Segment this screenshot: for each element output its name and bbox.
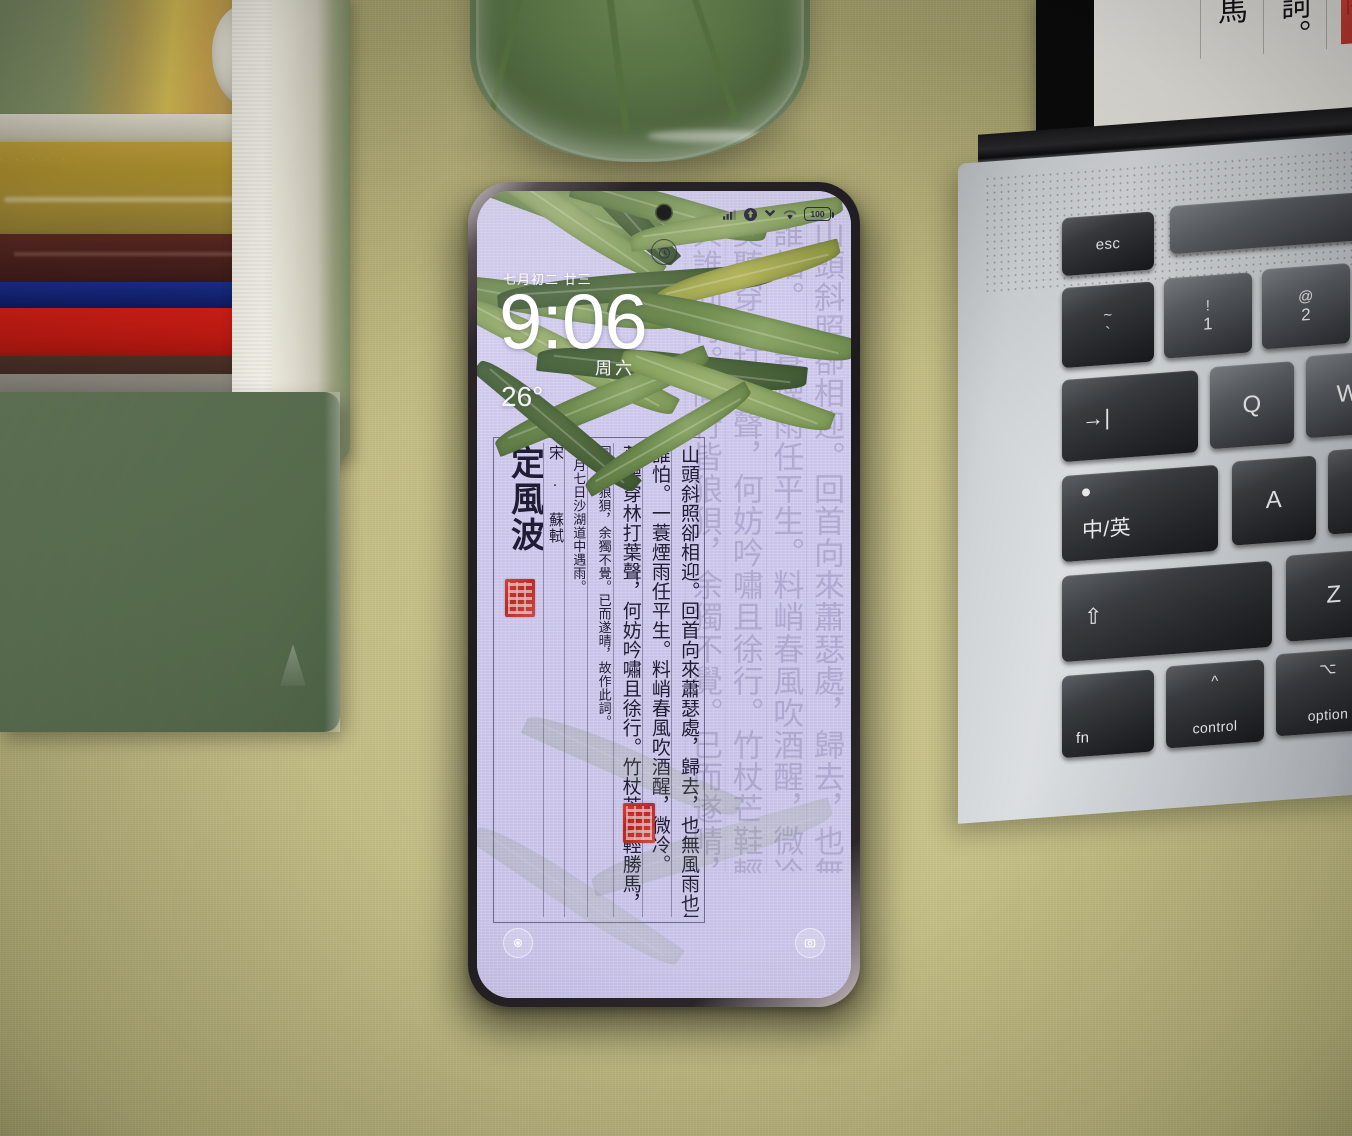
laptop-poem-column: 輕勝馬 xyxy=(1200,0,1257,59)
key-fn[interactable]: fn xyxy=(1062,669,1154,759)
key-z[interactable]: Z xyxy=(1286,548,1352,642)
key-label: fn xyxy=(1076,729,1090,748)
vpn-icon xyxy=(764,208,776,220)
key-label-upper: ! xyxy=(1205,296,1211,315)
key-control[interactable]: ^ control xyxy=(1166,659,1264,749)
key-label: W xyxy=(1336,379,1352,408)
alarm-clock-icon[interactable] xyxy=(651,239,677,265)
clock-time: 9:06 xyxy=(499,277,648,365)
key-label-lower: 2 xyxy=(1301,304,1311,325)
smartphone: 山頭斜照卻相迎。回首向來蕭瑟處，歸去，也無風雨也無晴。 誰怕。一蓑煙雨任平生。料… xyxy=(468,182,860,1007)
ghost-poem-column: 山頭斜照卻相迎。回首向來蕭瑟處，歸去，也無風雨也無晴。 xyxy=(806,213,845,873)
key-label: esc xyxy=(1095,234,1121,254)
book-spine-stripe xyxy=(14,252,244,256)
key-label: 中/英 xyxy=(1082,516,1132,543)
phone-screen[interactable]: 山頭斜照卻相迎。回首向來蕭瑟處，歸去，也無風雨也無晴。 誰怕。一蓑煙雨任平生。料… xyxy=(477,191,851,998)
camera-icon[interactable] xyxy=(795,928,825,958)
key-q[interactable]: Q xyxy=(1210,361,1294,450)
poem-preface-column: 同行皆狼狽，余獨不覺。已而遂晴，故作此詞。 xyxy=(587,443,612,917)
laptop-poem-column: 作此詞。 xyxy=(1263,0,1320,54)
battery-level-label: 100 xyxy=(810,209,825,219)
key-tab[interactable]: →| xyxy=(1062,370,1198,463)
key-input-toggle[interactable]: 中/英 xyxy=(1062,464,1218,563)
key-2[interactable]: @ 2 xyxy=(1262,263,1350,350)
laptop: 中遇雨。 作此詞。 輕勝馬 esc ~ ` ! 1 xyxy=(958,0,1352,824)
poem-column-1: 山頭斜照卻相迎。回首向來蕭瑟處，歸去，也無風雨也無晴。 xyxy=(670,443,700,917)
poem-column-2: 誰怕。一蓑煙雨任平生。料峭春風吹酒醒，微冷。 xyxy=(641,443,671,917)
key-label-upper: ^ xyxy=(1211,672,1219,691)
key-label: Q xyxy=(1242,390,1262,419)
key-label-lower: ` xyxy=(1104,323,1112,343)
laptop-base: esc ~ ` ! 1 @ 2 →| Q W 中/英 A ⇧ Z fn ^ co… xyxy=(958,132,1352,824)
battery-indicator: 100 xyxy=(804,207,835,221)
key-label: Z xyxy=(1326,580,1342,609)
vase-highlight xyxy=(646,130,767,142)
key-label: control xyxy=(1192,717,1238,737)
poem-card: 山頭斜照卻相迎。回首向來蕭瑟處，歸去，也無風雨也無晴。 誰怕。一蓑煙雨任平生。料… xyxy=(493,437,705,923)
lock-screen-clock-widget[interactable]: 七月初二 廿三 9:06 周六 26° xyxy=(499,269,648,413)
key-label-upper: ⌥ xyxy=(1319,659,1337,679)
key-label-upper: @ xyxy=(1298,287,1314,306)
red-seal-stamp xyxy=(623,803,655,843)
temperature-label: 26° xyxy=(501,381,544,413)
key-s[interactable] xyxy=(1328,445,1352,535)
key-label: ⇧ xyxy=(1084,603,1103,630)
key-1[interactable]: ! 1 xyxy=(1164,272,1252,359)
book-spine-text: · · · · · xyxy=(0,154,70,164)
front-camera-punch-hole xyxy=(656,205,672,220)
red-seal-stamp xyxy=(1341,0,1352,45)
wifi-icon xyxy=(783,209,797,220)
poem-column-3: 莫聽穿林打葉聲，何妨吟嘯且徐行。竹杖芒鞋輕勝馬， xyxy=(612,443,642,917)
key-label: A xyxy=(1265,485,1283,515)
key-esc[interactable]: esc xyxy=(1062,211,1154,277)
cover-emboss-mark xyxy=(280,644,306,686)
mobile-data-icon xyxy=(744,207,757,221)
cover-edge-highlight xyxy=(324,392,340,732)
key-a[interactable]: A xyxy=(1232,455,1316,546)
flashlight-icon[interactable] xyxy=(503,928,533,958)
key-w[interactable]: W xyxy=(1306,350,1352,439)
ghost-poem-columns: 山頭斜照卻相迎。回首向來蕭瑟處，歸去，也無風雨也無晴。 誰怕。一蓑煙雨任平生。料… xyxy=(684,213,845,873)
key-label: option xyxy=(1307,705,1349,725)
ghost-poem-column: 誰怕。一蓑煙雨任平生。料峭春風吹酒醒，微冷。 xyxy=(765,213,805,873)
poem-preface-date-column: 三月七日沙湖道中遇雨。 xyxy=(563,443,587,917)
key-tilde[interactable]: ~ ` xyxy=(1062,281,1154,369)
key-label: →| xyxy=(1082,404,1111,432)
key-label-upper: ~ xyxy=(1103,306,1113,324)
poem-title: 定風波 xyxy=(505,445,543,553)
caps-indicator-dot xyxy=(1082,488,1090,497)
key-label-lower: 1 xyxy=(1203,313,1213,334)
key-shift[interactable]: ⇧ xyxy=(1062,560,1272,663)
key-option[interactable]: ⌥ option xyxy=(1276,646,1352,737)
ghost-poem-column: 莫聽穿林打葉聲，何妨吟嘯且徐行。竹杖芒鞋輕勝馬， xyxy=(725,213,764,873)
signal-bars-icon xyxy=(723,209,737,220)
notebook-green-cover xyxy=(0,392,340,732)
poem-byline: 宋 · 蘇軾 xyxy=(542,443,564,917)
desk-scene: · · · · · 中遇雨。 作此詞。 輕勝馬 xyxy=(0,0,1352,1136)
lunar-date-label: 七月初二 廿三 xyxy=(503,272,592,287)
red-seal-stamp xyxy=(505,579,535,617)
